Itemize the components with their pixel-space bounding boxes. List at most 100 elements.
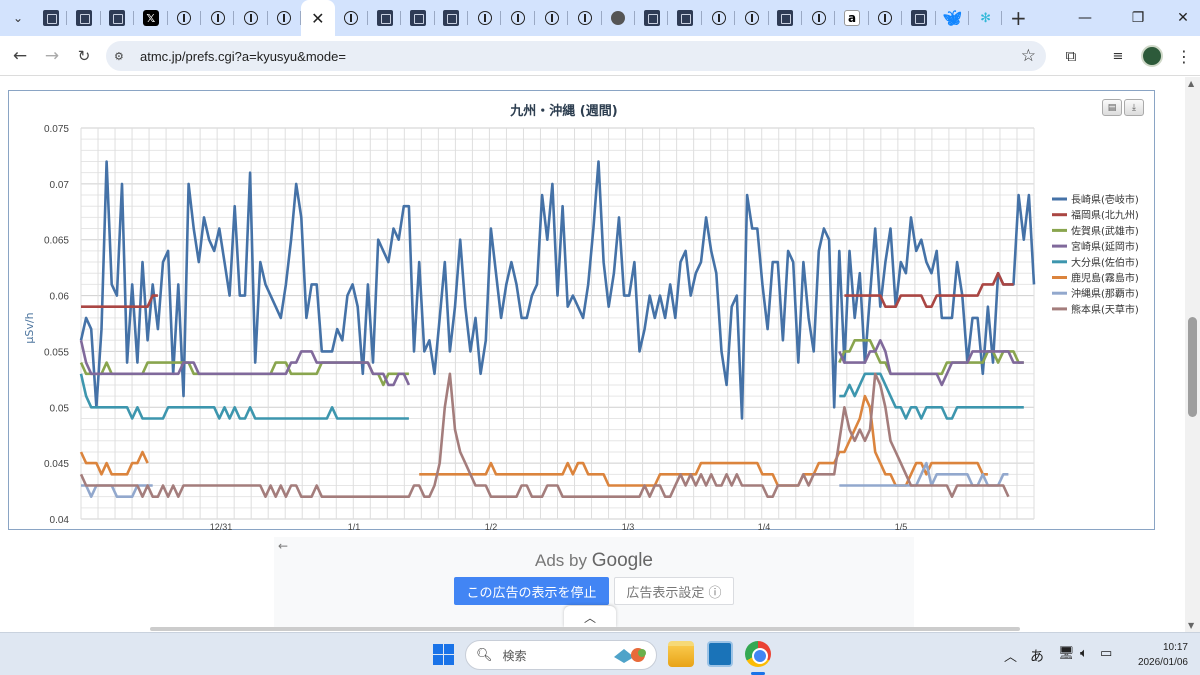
browser-tab[interactable] (34, 0, 68, 36)
browser-tab[interactable] (869, 0, 903, 36)
ime-indicator[interactable]: あ (1030, 646, 1044, 666)
browser-tab[interactable] (501, 0, 536, 36)
browser-tab[interactable]: a (835, 0, 870, 36)
page-scrollbar[interactable]: ▲ ▼ (1185, 77, 1200, 632)
forward-button[interactable]: → (36, 40, 68, 72)
series-line (79, 372, 1010, 498)
globe-icon (611, 11, 626, 25)
circle-line-icon (577, 11, 592, 25)
browser-tab[interactable] (401, 0, 436, 36)
legend-label: 長崎県(壱岐市) (1071, 193, 1139, 206)
network-icon[interactable]: 🖥︎ (1058, 646, 1075, 661)
clock-date: 2026/01/06 (1137, 657, 1188, 668)
ad-collapse-chevron-icon[interactable]: ︿ (564, 606, 616, 628)
tab-search-chevron-icon[interactable]: ⌄ (4, 4, 32, 32)
reload-button[interactable]: ↻ (68, 40, 100, 72)
clock-time: 10:17 (1162, 642, 1188, 653)
avatar (1141, 45, 1163, 67)
y-tick-label: 0.065 (44, 236, 69, 247)
browser-tab[interactable] (335, 0, 369, 36)
dots-icon: ✻ (980, 10, 992, 26)
circle-line-icon (811, 11, 826, 25)
castle-icon (42, 10, 59, 26)
file-explorer-icon[interactable] (668, 641, 694, 667)
taskbar-search[interactable]: 🔍︎ 検索 (465, 640, 657, 670)
search-placeholder: 検索 (502, 648, 527, 663)
radiation-line-chart: 0.075 0.07 0.065 0.06 0.055 0.05 0.045 0.04 μSv/… (23, 124, 1139, 531)
scroll-down-icon[interactable]: ▼ (1188, 621, 1194, 630)
ad-settings-button[interactable]: 広告表示設定 ⓘ (614, 577, 734, 605)
browser-tab[interactable] (234, 0, 269, 36)
browser-tab[interactable] (735, 0, 769, 36)
close-window-button[interactable]: ✕ (1160, 0, 1200, 36)
circle-line-icon (878, 11, 893, 25)
browser-tab[interactable]: ✻ (969, 0, 1003, 36)
browser-tab[interactable] (802, 0, 836, 36)
browser-tab[interactable] (468, 0, 502, 36)
browser-tab[interactable] (101, 0, 135, 36)
y-axis-label: μSv/h (23, 312, 36, 343)
print-chart-icon[interactable]: ▤ (1102, 99, 1122, 116)
browser-tab[interactable] (435, 0, 469, 36)
site-info-icon[interactable]: ⚙ (114, 50, 134, 63)
taskbar: 🔍︎ 検索 ︿ あ 🖥︎ 🔈︎ ▭ 10:17 2026/01/06 (0, 632, 1200, 675)
new-tab-button[interactable]: + (1004, 4, 1032, 32)
address-bar[interactable]: ⚙ atmc.jp/prefs.cgi?a=kyusyu&mode= ☆ (106, 41, 1046, 71)
scroll-up-icon[interactable]: ▲ (1188, 79, 1194, 88)
browser-tab[interactable] (668, 0, 703, 36)
minimize-button[interactable]: — (1062, 0, 1108, 36)
battery-icon[interactable]: ▭ (1100, 646, 1112, 661)
x-tick-label: 1/3 (622, 522, 635, 531)
restore-button[interactable]: ❐ (1115, 0, 1161, 36)
url-text[interactable]: atmc.jp/prefs.cgi?a=kyusyu&mode= (140, 49, 346, 64)
browser-tab[interactable] (635, 0, 669, 36)
browser-tab[interactable]: 🦋︎ (936, 0, 970, 36)
reading-list-icon[interactable]: ≡ (1102, 40, 1134, 72)
back-button[interactable]: ← (4, 40, 36, 72)
circle-line-icon (477, 11, 492, 25)
extensions-icon[interactable]: ⧉ (1055, 40, 1087, 72)
volume-icon[interactable]: 🔈︎ (1080, 646, 1088, 661)
y-tick-label: 0.04 (50, 515, 70, 526)
browser-menu-icon[interactable]: ⋮ (1168, 40, 1200, 72)
browser-tab[interactable] (535, 0, 569, 36)
chart-title: 九州・沖縄 (週間) (510, 104, 618, 119)
bookmark-star-icon[interactable]: ☆ (1021, 46, 1036, 66)
windows-start-icon[interactable] (433, 644, 454, 665)
y-tick-label: 0.075 (44, 124, 69, 135)
x-tick-label: 12/31 (210, 522, 233, 531)
browser-tab[interactable] (568, 0, 603, 36)
browser-tab[interactable]: 𝕏 (134, 0, 168, 36)
browser-tab[interactable] (67, 0, 102, 36)
legend-label: 鹿児島(霧島市) (1071, 272, 1139, 285)
divider (150, 627, 1020, 631)
browser-tab[interactable] (702, 0, 736, 36)
browser-tab[interactable] (368, 0, 402, 36)
legend-label: 佐賀県(武雄市) (1071, 224, 1139, 237)
stop-ad-button[interactable]: この広告の表示を停止 (454, 577, 609, 605)
circle-line-icon (711, 11, 726, 25)
taskbar-clock[interactable]: 10:17 2026/01/06 (1128, 640, 1188, 670)
browser-tab[interactable] (168, 0, 202, 36)
chrome-icon[interactable] (745, 641, 771, 667)
browser-tab[interactable] (602, 0, 636, 36)
scrollbar-thumb[interactable] (1188, 317, 1197, 417)
ads-by-google: Ads by Google (535, 550, 653, 571)
browser-tab[interactable] (201, 0, 235, 36)
browser-tab[interactable] (268, 0, 302, 36)
y-tick-label: 0.055 (44, 347, 69, 358)
close-icon[interactable]: ✕ (310, 9, 326, 28)
download-chart-icon[interactable]: ⤓ (1124, 99, 1144, 116)
butterfly-icon: 🦋︎ (942, 9, 962, 27)
browser-tab[interactable] (769, 0, 803, 36)
circle-line-icon (210, 11, 225, 25)
tray-overflow-chevron-icon[interactable]: ︿ (1004, 646, 1017, 665)
browser-tab[interactable] (902, 0, 936, 36)
web-page: 0.075 0.07 0.065 0.06 0.055 0.05 0.045 0.04 μSv/… (0, 77, 1185, 632)
search-icon: 🔍︎ (476, 647, 493, 663)
circle-line-icon (177, 11, 192, 25)
notepad-icon[interactable] (707, 641, 733, 667)
castle-icon (76, 10, 93, 26)
profile-avatar-button[interactable] (1136, 40, 1168, 72)
browser-tab[interactable]: ✕ (301, 0, 335, 36)
